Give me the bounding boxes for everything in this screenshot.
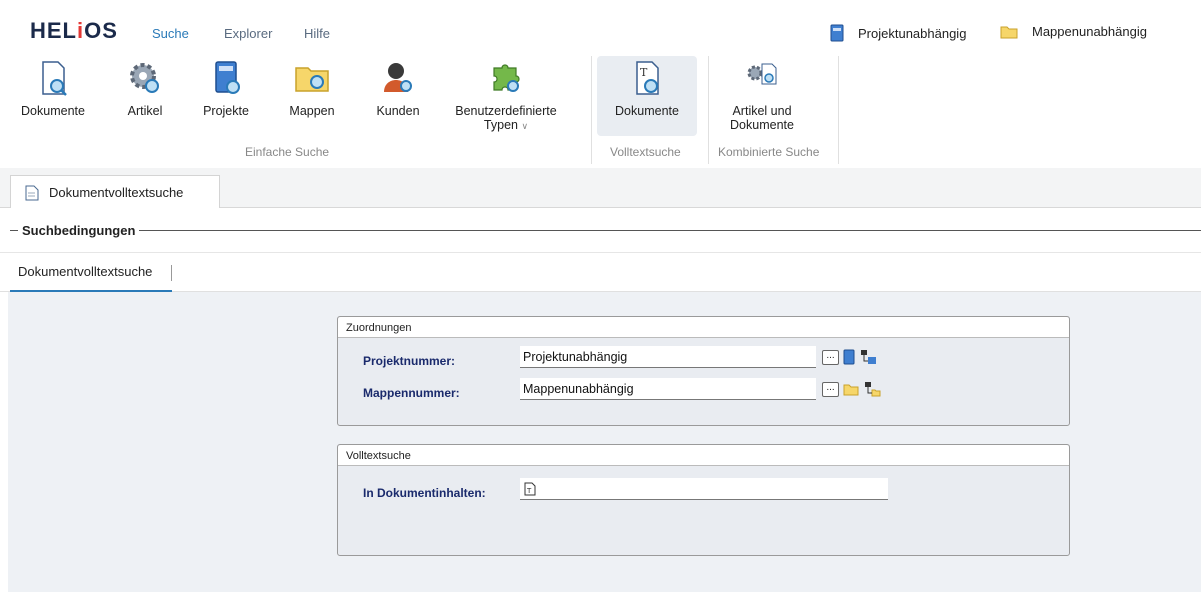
group-label-volltextsuche: Volltextsuche bbox=[610, 145, 681, 159]
mappennummer-input[interactable]: Mappenunabhängig bbox=[520, 378, 816, 400]
ribbon-label-kunden: Kunden bbox=[376, 104, 420, 118]
panel-title-volltextsuche: Volltextsuche bbox=[338, 445, 1069, 466]
menu-hilfe[interactable]: Hilfe bbox=[304, 26, 330, 41]
ribbon-button-projekte[interactable]: Projekte bbox=[196, 58, 256, 118]
ribbon-label-volltext-dokumente: Dokumente bbox=[615, 104, 679, 118]
project-tree-icon[interactable] bbox=[859, 349, 877, 365]
dokumentinhalten-label: In Dokumentinhalten: bbox=[363, 486, 486, 500]
subtab-bar: Dokumentvolltextsuche bbox=[0, 252, 1201, 292]
project-binder-icon[interactable] bbox=[843, 349, 855, 365]
ribbon-button-kunden[interactable]: Kunden bbox=[368, 58, 428, 118]
menu-explorer[interactable]: Explorer bbox=[224, 26, 272, 41]
dokumentinhalten-input[interactable] bbox=[520, 478, 888, 500]
ribbon: Dokumente Artikel Projekte Mappen Kunden… bbox=[8, 50, 1201, 168]
search-conditions-title: Suchbedingungen bbox=[18, 223, 140, 238]
ribbon-label-dokumente: Dokumente bbox=[21, 104, 85, 118]
context-folder-label: Mappenunabhängig bbox=[1032, 24, 1147, 39]
project-binder-search-icon bbox=[215, 61, 240, 94]
mappennummer-label: Mappennummer: bbox=[363, 386, 460, 400]
divider bbox=[171, 265, 172, 281]
ribbon-button-volltext-dokumente[interactable]: T Dokumente bbox=[597, 58, 697, 118]
subtab-dokumentvolltextsuche[interactable]: Dokumentvolltextsuche bbox=[10, 253, 172, 292]
gear-icon bbox=[130, 63, 159, 93]
folder-tree-icon[interactable] bbox=[863, 381, 881, 397]
tab-dokumentvolltextsuche[interactable]: Dokumentvolltextsuche bbox=[10, 175, 220, 209]
document-search-icon bbox=[42, 61, 67, 96]
ribbon-button-mappen[interactable]: Mappen bbox=[282, 58, 342, 118]
ribbon-button-benutzerdefinierte-typen[interactable]: Benutzerdefinierte Typen ∨ bbox=[448, 58, 564, 132]
document-tab-bar: Dokumentvolltextsuche bbox=[0, 168, 1201, 209]
svg-text:T: T bbox=[640, 66, 648, 79]
ribbon-label-benutzerdefinierte-2: Typen bbox=[483, 118, 518, 132]
project-binder-icon bbox=[830, 24, 844, 42]
ribbon-label-benutzerdefinierte-1: Benutzerdefinierte bbox=[455, 104, 557, 118]
group-label-einfache-suche: Einfache Suche bbox=[245, 145, 330, 159]
panel-zuordnungen: Zuordnungen bbox=[337, 316, 1070, 426]
context-project-label: Projektunabhängig bbox=[858, 25, 967, 41]
folder-search-icon bbox=[295, 67, 329, 92]
puzzle-icon bbox=[493, 64, 520, 92]
mappennummer-actions: ... bbox=[822, 381, 881, 397]
ribbon-button-artikel[interactable]: Artikel bbox=[120, 58, 170, 118]
menubar: HELiOS Suche Explorer Hilfe Projektunabh… bbox=[8, 8, 1201, 50]
ribbon-button-artikel-und-dokumente[interactable]: Artikel und Dokumente bbox=[714, 58, 810, 132]
panel-title-zuordnungen: Zuordnungen bbox=[338, 317, 1069, 338]
tab-label: Dokumentvolltextsuche bbox=[49, 185, 184, 200]
projektnummer-input[interactable]: Projektunabhängig bbox=[520, 346, 816, 368]
group-label-kombinierte-suche: Kombinierte Suche bbox=[718, 145, 820, 159]
ribbon-label-kombi-1: Artikel und bbox=[732, 104, 792, 118]
ribbon-separator bbox=[591, 56, 592, 164]
gear-document-search-icon bbox=[747, 63, 777, 85]
ribbon-separator bbox=[838, 56, 839, 164]
folder-icon[interactable] bbox=[843, 382, 859, 396]
text-document-search-icon: T bbox=[636, 61, 659, 95]
chevron-down-icon: ∨ bbox=[521, 121, 529, 131]
search-conditions-header: Suchbedingungen bbox=[0, 208, 1201, 252]
context-project[interactable]: Projektunabhängig bbox=[830, 24, 966, 42]
top-area: HELiOS Suche Explorer Hilfe Projektunabh… bbox=[8, 8, 1201, 168]
browse-button[interactable]: ... bbox=[822, 381, 839, 397]
subtab-label: Dokumentvolltextsuche bbox=[18, 264, 153, 279]
ribbon-label-mappen: Mappen bbox=[289, 104, 335, 118]
context-folder[interactable]: Mappenunabhängig bbox=[1000, 24, 1147, 39]
projektnummer-label: Projektnummer: bbox=[363, 354, 456, 368]
helios-logo: HELiOS bbox=[30, 18, 118, 43]
ribbon-separator bbox=[708, 56, 709, 164]
folder-icon bbox=[1000, 26, 1018, 39]
ribbon-label-projekte: Projekte bbox=[203, 104, 249, 118]
svg-text:T: T bbox=[526, 487, 532, 495]
projektnummer-actions: ... bbox=[822, 349, 877, 365]
panel-volltextsuche: Volltextsuche bbox=[337, 444, 1070, 556]
bottom-edge bbox=[0, 592, 1201, 598]
document-icon bbox=[25, 185, 39, 200]
ribbon-label-kombi-2: Dokumente bbox=[730, 118, 794, 132]
ribbon-button-dokumente[interactable]: Dokumente bbox=[18, 58, 88, 118]
browse-button[interactable]: ... bbox=[822, 349, 839, 365]
customer-icon bbox=[384, 63, 412, 92]
divider bbox=[10, 230, 1201, 231]
menu-suche[interactable]: Suche bbox=[152, 26, 189, 41]
ribbon-label-artikel: Artikel bbox=[127, 104, 163, 118]
text-document-icon: T bbox=[524, 482, 536, 496]
